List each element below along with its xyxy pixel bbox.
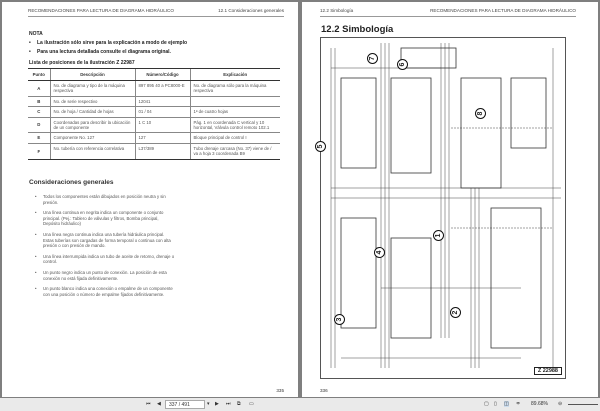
table-cell: A bbox=[28, 80, 50, 97]
table-cell: Componente No. 127 bbox=[49, 132, 135, 144]
table-cell: Bloque principal de control I bbox=[189, 132, 280, 144]
header-section: 12.2 Simbología bbox=[320, 8, 354, 13]
table-cell: C bbox=[28, 106, 50, 118]
page-dropdown-icon[interactable]: ▾ bbox=[207, 401, 210, 407]
single-page-view-icon[interactable]: ▢ bbox=[484, 401, 489, 407]
page-number: 335 bbox=[276, 388, 284, 393]
table-row: B No. de serie respectivo 12041 bbox=[28, 95, 280, 107]
table-cell: Pág. 1 en coordenada C vertical y 10 hor… bbox=[189, 116, 280, 133]
hydraulic-diagram: 7 6 5 8 4 1 2 3 Z 22988 bbox=[315, 37, 566, 379]
table-cell: Coordenadas para describir la ubicación … bbox=[49, 116, 135, 133]
two-page-view-icon[interactable]: ◫ bbox=[504, 401, 509, 407]
right-page: 12.2 Simbología RECOMENDACIONES PARA LECT… bbox=[302, 2, 598, 397]
table-cell: B bbox=[28, 95, 50, 107]
col-header: Descripción bbox=[49, 68, 135, 81]
continuous-view-icon[interactable]: ≑ bbox=[516, 401, 520, 407]
page-header: 12.2 Simbología RECOMENDACIONES PARA LECT… bbox=[320, 8, 576, 17]
next-page-button[interactable]: ▶ bbox=[215, 401, 219, 407]
col-header: Punto bbox=[28, 68, 50, 81]
viewer-toolbar: ⏮ ◀ 337 / 491 ▾ ▶ ⏭ ⧉ ▭ ▢ ▯ ◫ ≑ 89.68% ⊖ bbox=[0, 398, 600, 411]
table-cell: D bbox=[28, 116, 50, 133]
table-cell: 12041 bbox=[134, 95, 190, 107]
note-item: La ilustración sólo sirve para la explic… bbox=[29, 39, 187, 48]
fit-page-icon[interactable]: ▭ bbox=[249, 401, 254, 407]
col-header: Número/Código bbox=[134, 68, 190, 81]
table-cell: No. de diagrama y tipo de la máquina res… bbox=[49, 80, 135, 97]
callout-marker: 3 bbox=[334, 314, 345, 325]
table-cell: 127 bbox=[134, 132, 190, 144]
note-block: NOTA La ilustración sólo sirve para la e… bbox=[29, 30, 187, 68]
diagram-lines bbox=[330, 43, 561, 368]
zoom-level[interactable]: 89.68% bbox=[531, 401, 548, 407]
callout-marker: 5 bbox=[315, 141, 326, 152]
zoom-out-button[interactable]: ⊖ bbox=[558, 401, 562, 407]
table-row: D Coordenadas para describir la ubicación… bbox=[28, 116, 280, 133]
table-row: E Componente No. 127 127 Bloque principal d… bbox=[28, 132, 280, 144]
table-cell: No. de serie respectivo bbox=[49, 95, 135, 107]
table-row: A No. de diagrama y tipo de la máquina re… bbox=[28, 80, 280, 97]
bookmark-view-icon[interactable]: ▯ bbox=[494, 401, 497, 407]
table-cell: Tubo drenaje carcasa (No. 37) viene de /… bbox=[189, 142, 280, 160]
table-cell: 1ª de cuatro hojas bbox=[189, 106, 280, 118]
considerations-list: Todos los componentes están dibujados en… bbox=[35, 194, 175, 302]
page-title: 12.2 Simbología bbox=[321, 24, 394, 35]
table-cell: No. de hoja / Cantidad de hojas bbox=[49, 106, 135, 118]
callout-marker: 4 bbox=[374, 247, 385, 258]
positions-table: Punto Descripción Número/Código Explicac… bbox=[28, 68, 280, 160]
figure-id-label: Z 22988 bbox=[533, 367, 562, 375]
page-header: RECOMENDACIONES PARA LECTURA DE DIAGRAMA… bbox=[28, 8, 284, 17]
header-title: RECOMENDACIONES PARA LECTURA DE DIAGRAMA… bbox=[28, 8, 174, 13]
table-cell: F bbox=[28, 142, 50, 160]
table-cell: 1 C 10 bbox=[134, 116, 190, 133]
callout-marker: 1 bbox=[433, 230, 444, 241]
note-item: Para una lectura detallada consulte el d… bbox=[29, 48, 187, 57]
table-row: C No. de hoja / Cantidad de hojas 01 / 04 1… bbox=[28, 106, 280, 118]
table-cell: 01 / 04 bbox=[134, 106, 190, 118]
callout-marker: 6 bbox=[397, 59, 408, 70]
header-title: RECOMENDACIONES PARA LECTURA DE DIAGRAMA… bbox=[430, 8, 576, 13]
table-caption: Lista de posiciones de la ilustración Z … bbox=[29, 60, 135, 66]
table-cell bbox=[189, 95, 280, 107]
callout-marker: 7 bbox=[367, 53, 378, 64]
note-title: NOTA bbox=[29, 31, 43, 37]
consideration-item: Una línea negra continua indica una tube… bbox=[35, 232, 175, 249]
consideration-item: Un punto negro indica un punto de conexi… bbox=[35, 270, 175, 281]
consideration-item: Una línea interrumpida indica un tubo de… bbox=[35, 254, 175, 265]
left-page: RECOMENDACIONES PARA LECTURA DE DIAGRAMA… bbox=[2, 2, 298, 397]
consideration-item: Un punto blanco indica una conexión o em… bbox=[35, 286, 175, 297]
last-page-button[interactable]: ⏭ bbox=[226, 401, 231, 407]
page-number-input[interactable]: 337 / 491 bbox=[165, 400, 205, 409]
section-title: Consideraciones generales bbox=[29, 179, 114, 186]
col-header: Explicación bbox=[189, 68, 280, 81]
first-page-button[interactable]: ⏮ bbox=[146, 401, 151, 407]
rotate-icon[interactable]: ⧉ bbox=[237, 401, 241, 407]
header-section: 12.1 Consideraciones generales bbox=[218, 8, 284, 13]
zoom-slider[interactable] bbox=[568, 404, 598, 405]
table-row: F No. tubería con referencia correlativa L… bbox=[28, 142, 280, 160]
table-cell: No. tubería con referencia correlativa bbox=[49, 142, 135, 160]
callout-marker: 8 bbox=[475, 108, 486, 119]
table-cell: E bbox=[28, 132, 50, 144]
table-cell: 897 895 40 a PC8000-E bbox=[134, 80, 190, 97]
callout-marker: 2 bbox=[450, 307, 461, 318]
table-cell: L37/389 bbox=[134, 142, 190, 160]
consideration-item: Todos los componentes están dibujados en… bbox=[35, 194, 175, 205]
consideration-item: Una línea continua en negrita indica un … bbox=[35, 210, 175, 227]
previous-page-button[interactable]: ◀ bbox=[157, 401, 161, 407]
table-cell: No. de diagrama sólo para la máquina res… bbox=[189, 80, 280, 97]
page-number: 336 bbox=[320, 388, 328, 393]
